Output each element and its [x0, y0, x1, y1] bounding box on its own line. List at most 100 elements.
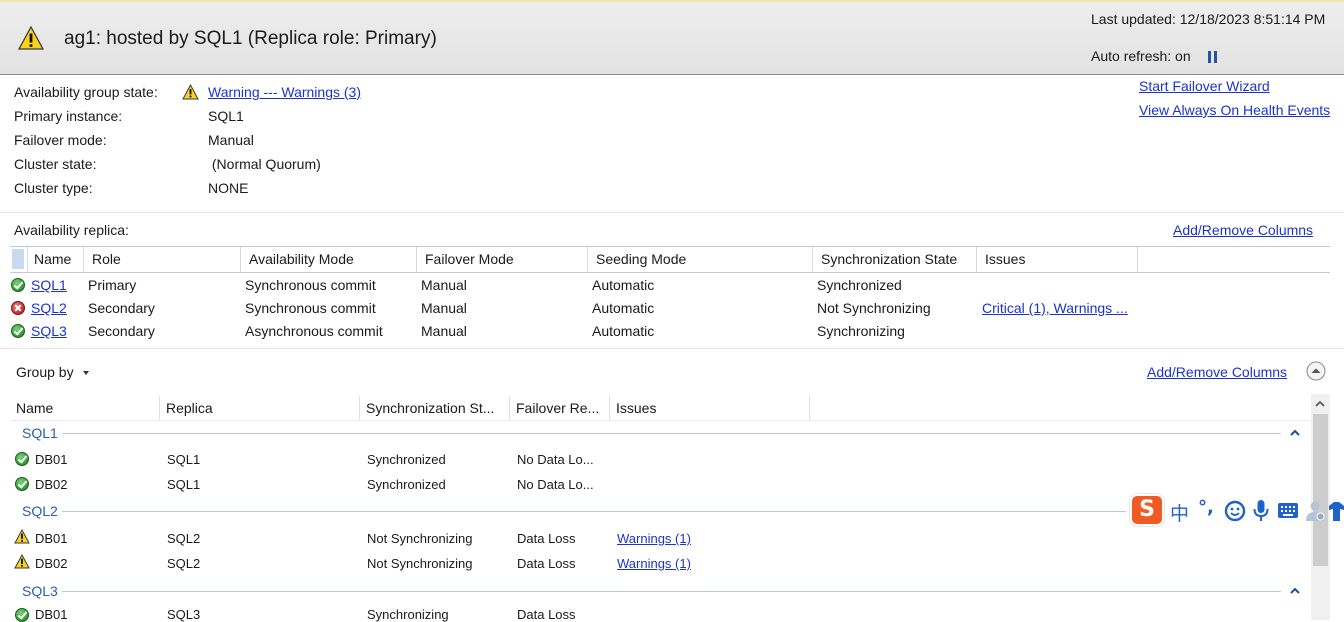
section-divider: [0, 212, 1344, 213]
db-replica: SQL2: [167, 556, 201, 571]
col-header-seeding-mode[interactable]: Seeding Mode: [596, 251, 686, 267]
dashboard-header: ag1: hosted by SQL1 (Replica role: Prima…: [0, 0, 1344, 75]
replica-issues-link[interactable]: Critical (1), Warnings ...: [982, 300, 1128, 316]
db-sync-state: Synchronized: [367, 477, 446, 492]
replica-availability-mode: Synchronous commit: [245, 300, 376, 316]
ag-state-warnings-link[interactable]: Warning --- Warnings (3): [208, 84, 361, 100]
replica-role: Secondary: [88, 300, 155, 316]
replica-role: Secondary: [88, 323, 155, 339]
db-col-header-issues[interactable]: Issues: [616, 400, 656, 416]
ime-toolbar[interactable]: S 中 °,: [1128, 492, 1344, 530]
ime-punctuation-toggle[interactable]: °,: [1198, 497, 1214, 518]
ok-status-icon: [11, 278, 25, 292]
col-header-issues[interactable]: Issues: [985, 251, 1025, 267]
replica-availability-mode: Asynchronous commit: [245, 323, 383, 339]
replica-add-remove-columns-link[interactable]: Add/Remove Columns: [1173, 222, 1313, 238]
primary-instance-value: SQL1: [208, 108, 244, 124]
replica-name-link[interactable]: SQL3: [31, 323, 67, 339]
db-name: DB01: [35, 452, 68, 467]
db-replica: SQL2: [167, 531, 201, 546]
db-replica: SQL1: [167, 452, 201, 467]
start-failover-wizard-link[interactable]: Start Failover Wizard: [1139, 78, 1270, 94]
group-header-label[interactable]: SQL1: [22, 425, 58, 441]
db-failover-readiness: No Data Lo...: [517, 452, 594, 467]
warning-icon: [18, 26, 44, 50]
keyboard-icon[interactable]: [1277, 502, 1299, 519]
ime-logo-icon[interactable]: S: [1130, 494, 1164, 526]
db-sync-state: Not Synchronizing: [367, 531, 473, 546]
db-col-header-sync-state[interactable]: Synchronization St...: [366, 400, 494, 416]
col-header-availability-mode[interactable]: Availability Mode: [249, 251, 354, 267]
db-name: DB01: [35, 531, 68, 546]
ime-logo-text: S: [1139, 497, 1155, 522]
replica-failover-mode: Manual: [421, 277, 467, 293]
db-sync-state: Not Synchronizing: [367, 556, 473, 571]
skin-shirt-icon[interactable]: [1329, 501, 1344, 521]
pause-icon[interactable]: [1208, 51, 1218, 63]
db-failover-readiness: Data Loss: [517, 531, 576, 546]
microphone-icon[interactable]: [1252, 499, 1270, 523]
database-add-remove-columns-link[interactable]: Add/Remove Columns: [1147, 364, 1287, 380]
cluster-state-value: (Normal Quorum): [208, 156, 321, 172]
db-name: DB02: [35, 477, 68, 492]
db-sync-state: Synchronized: [367, 452, 446, 467]
group-by-dropdown[interactable]: Group by: [16, 364, 90, 380]
replica-seeding-mode: Automatic: [592, 323, 655, 339]
db-issues-link[interactable]: Warnings (1): [617, 531, 691, 546]
scroll-up-arrow-icon[interactable]: [1314, 398, 1326, 410]
failover-mode-label: Failover mode:: [14, 132, 107, 148]
view-health-events-link[interactable]: View Always On Health Events: [1139, 102, 1330, 118]
db-name: DB02: [35, 556, 68, 571]
emoji-icon[interactable]: [1224, 500, 1246, 522]
collapse-section-icon[interactable]: [1306, 361, 1326, 381]
col-header-name[interactable]: Name: [34, 251, 71, 267]
section-divider: [0, 348, 1344, 349]
db-issues-link[interactable]: Warnings (1): [617, 556, 691, 571]
last-updated-text: Last updated: 12/18/2023 8:51:14 PM: [1091, 11, 1326, 27]
group-header-label[interactable]: SQL2: [22, 503, 58, 519]
db-col-header-replica[interactable]: Replica: [166, 400, 213, 416]
ok-status-icon: [11, 324, 25, 338]
db-failover-readiness: No Data Lo...: [517, 477, 594, 492]
col-header-role[interactable]: Role: [92, 251, 121, 267]
replica-sync-state: Not Synchronizing: [817, 300, 931, 316]
db-col-header-failover-readiness[interactable]: Failover Re...: [516, 400, 599, 416]
cluster-type-value: NONE: [208, 180, 249, 196]
dropdown-arrow-icon: [83, 371, 90, 376]
replica-sync-state: Synchronizing: [817, 323, 905, 339]
replica-failover-mode: Manual: [421, 323, 467, 339]
failover-mode-value: Manual: [208, 132, 254, 148]
group-by-label: Group by: [16, 364, 74, 380]
ok-status-icon: [15, 477, 29, 491]
warning-icon: [14, 529, 30, 544]
replica-role: Primary: [88, 277, 137, 293]
replica-name-link[interactable]: SQL1: [31, 277, 67, 293]
scrollbar-thumb[interactable]: [1313, 414, 1328, 566]
chevron-up-icon[interactable]: [1290, 586, 1300, 596]
db-replica: SQL1: [167, 477, 201, 492]
error-status-icon: [11, 301, 25, 315]
replica-seeding-mode: Automatic: [592, 277, 655, 293]
replica-seeding-mode: Automatic: [592, 300, 655, 316]
db-col-header-name[interactable]: Name: [16, 400, 53, 416]
ok-status-icon: [15, 452, 29, 466]
col-header-failover-mode[interactable]: Failover Mode: [425, 251, 514, 267]
primary-instance-label: Primary instance:: [14, 108, 123, 124]
db-failover-readiness: Data Loss: [517, 556, 576, 571]
availability-replica-label: Availability replica:: [14, 222, 129, 238]
user-account-icon[interactable]: [1305, 500, 1325, 522]
ag-state-label: Availability group state:: [14, 84, 158, 100]
replica-sync-state: Synchronized: [817, 277, 902, 293]
auto-refresh-text: Auto refresh: on: [1091, 48, 1191, 64]
select-all-cell[interactable]: [12, 249, 24, 269]
cluster-state-label: Cluster state:: [14, 156, 97, 172]
col-header-sync-state[interactable]: Synchronization State: [821, 251, 957, 267]
warning-icon: [14, 554, 30, 569]
group-header-label[interactable]: SQL3: [22, 583, 58, 599]
warning-icon: [182, 84, 199, 100]
replica-name-link[interactable]: SQL2: [31, 300, 67, 316]
chevron-up-icon[interactable]: [1290, 428, 1300, 438]
cluster-type-label: Cluster type:: [14, 180, 93, 196]
ime-mode-toggle[interactable]: 中: [1170, 499, 1189, 526]
page-title: ag1: hosted by SQL1 (Replica role: Prima…: [64, 28, 437, 49]
